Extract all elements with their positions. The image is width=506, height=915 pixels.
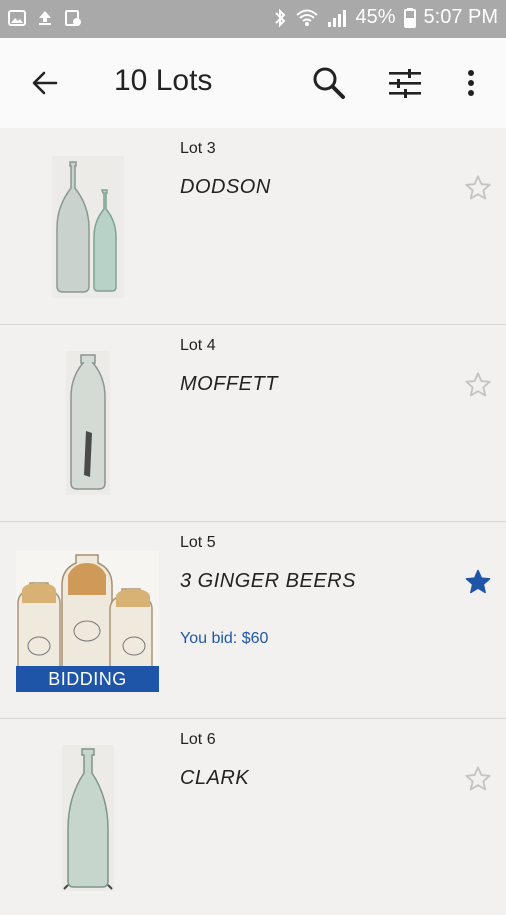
star-filled-icon[interactable] xyxy=(464,568,492,596)
wifi-icon xyxy=(296,9,319,26)
lot-number: Lot 3 xyxy=(180,140,216,157)
page-title: 10 Lots xyxy=(114,64,213,97)
lot-number: Lot 6 xyxy=(180,731,216,748)
signal-icon xyxy=(328,9,347,27)
lot-image xyxy=(62,745,114,891)
search-button[interactable] xyxy=(308,62,350,104)
system-status: 45% 5:07 PM xyxy=(273,6,498,29)
battery-icon xyxy=(403,7,416,28)
more-options-button[interactable] xyxy=(450,62,492,104)
lot-row[interactable]: Lot 3 DODSON xyxy=(0,128,506,325)
lot-number: Lot 5 xyxy=(180,534,216,551)
lot-list: Lot 3 DODSON Lot 4 MOFFETT BIDDING Lot 5… xyxy=(0,128,506,915)
lot-row[interactable]: BIDDING Lot 5 3 GINGER BEERS You bid: $6… xyxy=(0,522,506,719)
status-bar: 45% 5:07 PM xyxy=(0,0,506,38)
battery-percent: 45% xyxy=(355,6,396,28)
lot-image xyxy=(52,156,124,298)
lot-row[interactable]: Lot 6 CLARK xyxy=(0,719,506,915)
lot-title: CLARK xyxy=(180,767,250,789)
clock: 5:07 PM xyxy=(423,6,498,28)
image-notification-icon xyxy=(8,10,26,26)
more-vert-icon xyxy=(468,70,474,96)
star-outline-icon[interactable] xyxy=(464,371,492,399)
lot-title: 3 GINGER BEERS xyxy=(180,570,356,592)
notification-icons xyxy=(8,9,82,27)
screenshot-notification-icon xyxy=(65,10,81,26)
lot-image: BIDDING xyxy=(16,551,159,692)
star-outline-icon[interactable] xyxy=(464,174,492,202)
upload-notification-icon xyxy=(39,11,51,25)
lot-title: MOFFETT xyxy=(180,373,278,395)
star-outline-icon[interactable] xyxy=(464,765,492,793)
app-bar: 10 Lots xyxy=(0,38,506,129)
lot-image xyxy=(66,351,110,495)
search-icon xyxy=(313,67,345,99)
filter-button[interactable] xyxy=(384,62,426,104)
bluetooth-icon xyxy=(275,8,286,27)
lot-title: DODSON xyxy=(180,176,271,198)
lot-number: Lot 4 xyxy=(180,337,216,354)
your-bid-text: You bid: $60 xyxy=(180,630,269,647)
back-button[interactable] xyxy=(24,62,66,104)
filter-sliders-icon xyxy=(389,69,421,98)
bidding-badge: BIDDING xyxy=(16,666,159,692)
arrow-left-icon xyxy=(32,71,58,95)
lot-row[interactable]: Lot 4 MOFFETT xyxy=(0,325,506,522)
